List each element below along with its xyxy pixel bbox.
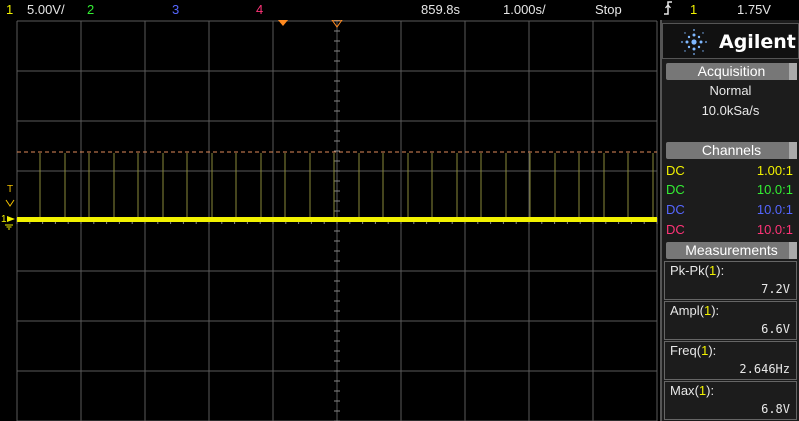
time-scale[interactable]: 1.000s/ bbox=[503, 0, 546, 20]
channel-coupling: DC bbox=[666, 163, 685, 178]
side-panel: Agilent Acquisition Normal 10.0kSa/s Cha… bbox=[660, 20, 799, 421]
ch1-ground-marker: 1 bbox=[1, 214, 7, 225]
channel-coupling: DC bbox=[666, 202, 685, 217]
measurement-name: Ampl(1): bbox=[670, 303, 720, 318]
trigger-arrow-icon bbox=[5, 199, 15, 207]
ground-pointer-icon bbox=[7, 216, 15, 222]
agilent-spark-icon bbox=[681, 29, 707, 55]
trigger-position-marker bbox=[278, 20, 288, 26]
acquisition-header[interactable]: Acquisition bbox=[666, 63, 797, 80]
acquisition-mode: Normal bbox=[709, 83, 752, 98]
ch4-number[interactable]: 4 bbox=[256, 0, 263, 20]
time-offset[interactable]: 859.8s bbox=[421, 0, 460, 20]
acquisition-rate: 10.0kSa/s bbox=[701, 103, 760, 118]
scroll-handle-icon bbox=[789, 242, 797, 259]
measurement-item[interactable]: Freq(1): 2.646Hz bbox=[664, 341, 797, 380]
channel-coupling: DC bbox=[666, 222, 685, 237]
measurement-name: Max(1): bbox=[670, 383, 715, 398]
measurement-value: 6.6V bbox=[761, 322, 790, 336]
channel-probe: 10.0:1 bbox=[756, 222, 793, 237]
ch1-trace bbox=[17, 217, 657, 222]
measurement-name: Freq(1): bbox=[670, 343, 717, 358]
trigger-level-marker: T bbox=[7, 184, 13, 195]
trigger-channel[interactable]: 1 bbox=[690, 0, 697, 20]
channels-header[interactable]: Channels bbox=[666, 142, 797, 159]
channels-title: Channels bbox=[701, 142, 762, 158]
measurement-item[interactable]: Pk-Pk(1): 7.2V bbox=[664, 261, 797, 300]
run-state[interactable]: Stop bbox=[595, 0, 622, 20]
graticule: T1 bbox=[1, 20, 658, 421]
channel-probe: 10.0:1 bbox=[756, 202, 793, 217]
measurements-header[interactable]: Measurements bbox=[666, 242, 797, 259]
ch2-number[interactable]: 2 bbox=[87, 0, 94, 20]
channel-coupling: DC bbox=[666, 182, 685, 197]
measurement-item[interactable]: Ampl(1): 6.6V bbox=[664, 301, 797, 340]
brand-logo: Agilent bbox=[662, 23, 799, 59]
channel-probe: 1.00:1 bbox=[756, 163, 793, 178]
measurement-item[interactable]: Max(1): 6.8V bbox=[664, 381, 797, 420]
ch1-scale[interactable]: 5.00V/ bbox=[27, 0, 65, 20]
trigger-level[interactable]: 1.75V bbox=[737, 0, 771, 20]
status-bar: 1 5.00V/ 2 3 4 859.8s 1.000s/ Stop 1 1.7… bbox=[0, 0, 799, 20]
acquisition-title: Acquisition bbox=[697, 63, 766, 79]
measurement-value: 7.2V bbox=[761, 282, 790, 296]
trigger-edge-icon bbox=[662, 0, 674, 22]
ch1-number[interactable]: 1 bbox=[6, 0, 13, 20]
brand-name: Agilent bbox=[719, 31, 796, 53]
measurements-title: Measurements bbox=[685, 242, 778, 258]
measurement-value: 2.646Hz bbox=[739, 362, 790, 376]
waveform-display[interactable]: T1 bbox=[0, 20, 660, 421]
measurement-value: 6.8V bbox=[761, 402, 790, 416]
ch3-number[interactable]: 3 bbox=[172, 0, 179, 20]
scroll-handle-icon bbox=[789, 142, 797, 159]
channel-probe: 10.0:1 bbox=[756, 182, 793, 197]
measurement-name: Pk-Pk(1): bbox=[670, 263, 725, 278]
scroll-handle-icon bbox=[789, 63, 797, 80]
